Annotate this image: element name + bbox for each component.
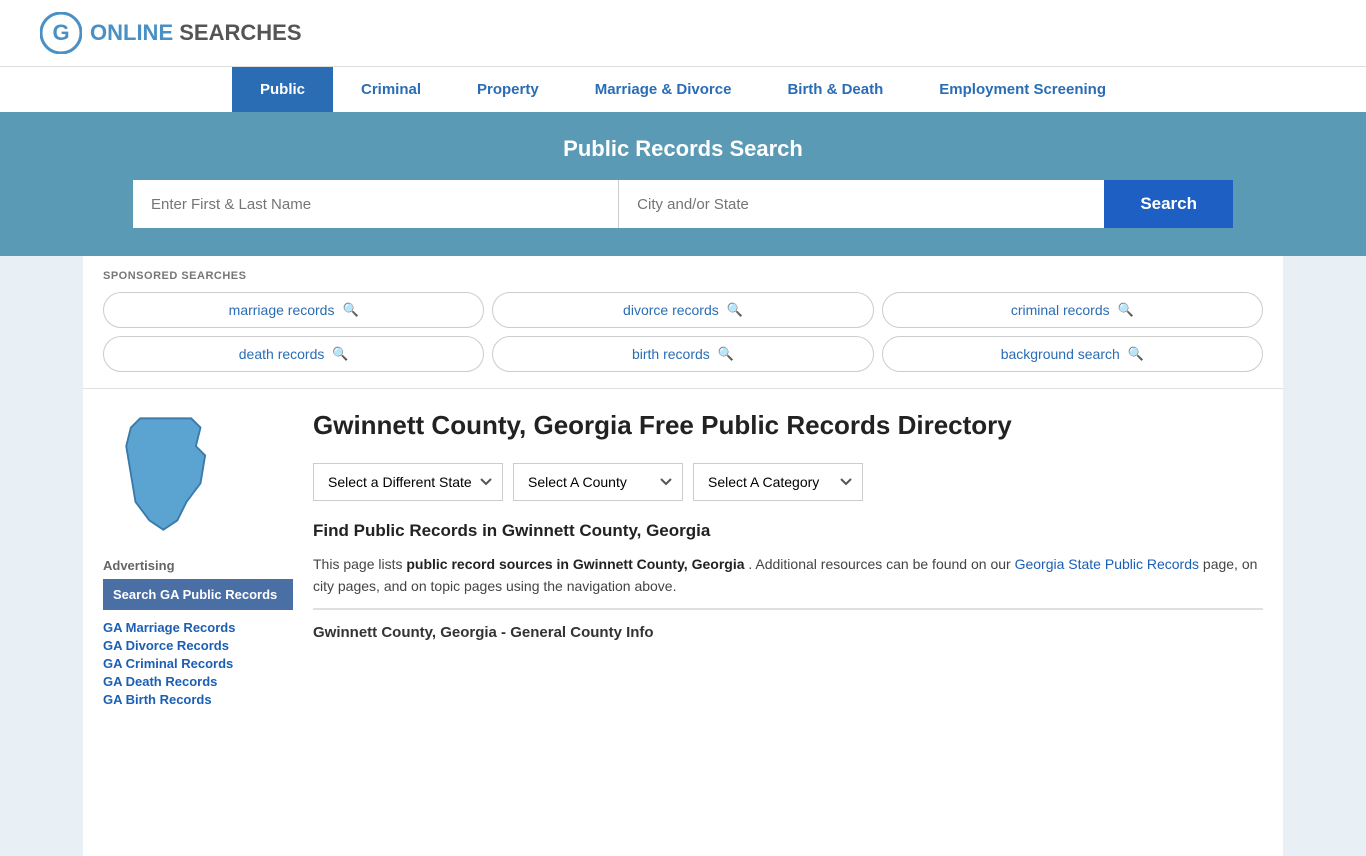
main-wrapper: SPONSORED SEARCHES marriage records 🔍 di…	[63, 256, 1303, 856]
state-map	[103, 409, 293, 542]
search-button[interactable]: Search	[1104, 180, 1233, 228]
name-input[interactable]	[133, 180, 619, 228]
find-text: This page lists public record sources in…	[313, 553, 1263, 598]
hero-section: Public Records Search Search	[0, 112, 1366, 256]
svg-text:G: G	[52, 20, 69, 45]
search-icon-3: 🔍	[332, 346, 348, 362]
page-title: Gwinnett County, Georgia Free Public Rec…	[313, 409, 1263, 443]
sidebar-links: GA Marriage Records GA Divorce Records G…	[103, 620, 293, 707]
sidebar-link-1[interactable]: GA Divorce Records	[103, 638, 293, 653]
find-text-2: . Additional resources can be found on o…	[748, 556, 1014, 572]
bottom-section-title: Gwinnett County, Georgia - General Count…	[313, 624, 1263, 641]
georgia-map-svg	[103, 409, 233, 539]
search-icon-4: 🔍	[718, 346, 734, 362]
sponsored-birth-label: birth records	[632, 346, 710, 362]
content-area: SPONSORED SEARCHES marriage records 🔍 di…	[83, 256, 1283, 856]
nav-marriage-divorce[interactable]: Marriage & Divorce	[567, 67, 760, 112]
logo[interactable]: G ONLINE SEARCHES	[40, 12, 302, 54]
nav-employment[interactable]: Employment Screening	[911, 67, 1134, 112]
search-icon-2: 🔍	[1118, 302, 1134, 318]
sponsored-grid: marriage records 🔍 divorce records 🔍 cri…	[103, 292, 1263, 372]
sponsored-death-label: death records	[239, 346, 325, 362]
header: G ONLINE SEARCHES	[0, 0, 1366, 66]
sponsored-divorce[interactable]: divorce records 🔍	[492, 292, 873, 328]
sponsored-divorce-label: divorce records	[623, 302, 719, 318]
find-link[interactable]: Georgia State Public Records	[1015, 556, 1199, 572]
search-icon-1: 🔍	[727, 302, 743, 318]
sidebar: Advertising Search GA Public Records GA …	[103, 409, 293, 710]
sponsored-marriage-label: marriage records	[229, 302, 335, 318]
nav-criminal[interactable]: Criminal	[333, 67, 449, 112]
sidebar-link-2[interactable]: GA Criminal Records	[103, 656, 293, 671]
nav-property[interactable]: Property	[449, 67, 567, 112]
hero-title: Public Records Search	[40, 136, 1326, 162]
search-icon-0: 🔍	[342, 302, 358, 318]
ad-box[interactable]: Search GA Public Records	[103, 579, 293, 610]
dropdowns-row: Select a Different State Select A County…	[313, 463, 1263, 501]
logo-text: ONLINE SEARCHES	[90, 20, 302, 46]
sponsored-criminal[interactable]: criminal records 🔍	[882, 292, 1263, 328]
sponsored-criminal-label: criminal records	[1011, 302, 1110, 318]
sponsored-death[interactable]: death records 🔍	[103, 336, 484, 372]
main-nav: Public Criminal Property Marriage & Divo…	[0, 66, 1366, 112]
category-dropdown[interactable]: Select A Category	[693, 463, 863, 501]
find-title: Find Public Records in Gwinnett County, …	[313, 521, 1263, 541]
sidebar-link-4[interactable]: GA Birth Records	[103, 692, 293, 707]
logo-icon: G	[40, 12, 82, 54]
advertising-label: Advertising	[103, 558, 293, 573]
find-text-1: This page lists	[313, 556, 406, 572]
sponsored-birth[interactable]: birth records 🔍	[492, 336, 873, 372]
search-icon-5: 🔍	[1128, 346, 1144, 362]
find-text-bold: public record sources in Gwinnett County…	[406, 556, 744, 572]
sponsored-section: SPONSORED SEARCHES marriage records 🔍 di…	[83, 256, 1283, 389]
state-dropdown[interactable]: Select a Different State	[313, 463, 503, 501]
sidebar-link-3[interactable]: GA Death Records	[103, 674, 293, 689]
sidebar-link-0[interactable]: GA Marriage Records	[103, 620, 293, 635]
page-body: Advertising Search GA Public Records GA …	[83, 389, 1283, 730]
main-content: Gwinnett County, Georgia Free Public Rec…	[313, 409, 1263, 710]
sponsored-background[interactable]: background search 🔍	[882, 336, 1263, 372]
sponsored-background-label: background search	[1001, 346, 1120, 362]
sponsored-marriage[interactable]: marriage records 🔍	[103, 292, 484, 328]
bottom-section: Gwinnett County, Georgia - General Count…	[313, 608, 1263, 641]
nav-birth-death[interactable]: Birth & Death	[759, 67, 911, 112]
sponsored-label: SPONSORED SEARCHES	[103, 270, 1263, 282]
nav-public[interactable]: Public	[232, 67, 333, 112]
location-input[interactable]	[619, 180, 1104, 228]
search-bar: Search	[133, 180, 1233, 228]
county-dropdown[interactable]: Select A County	[513, 463, 683, 501]
